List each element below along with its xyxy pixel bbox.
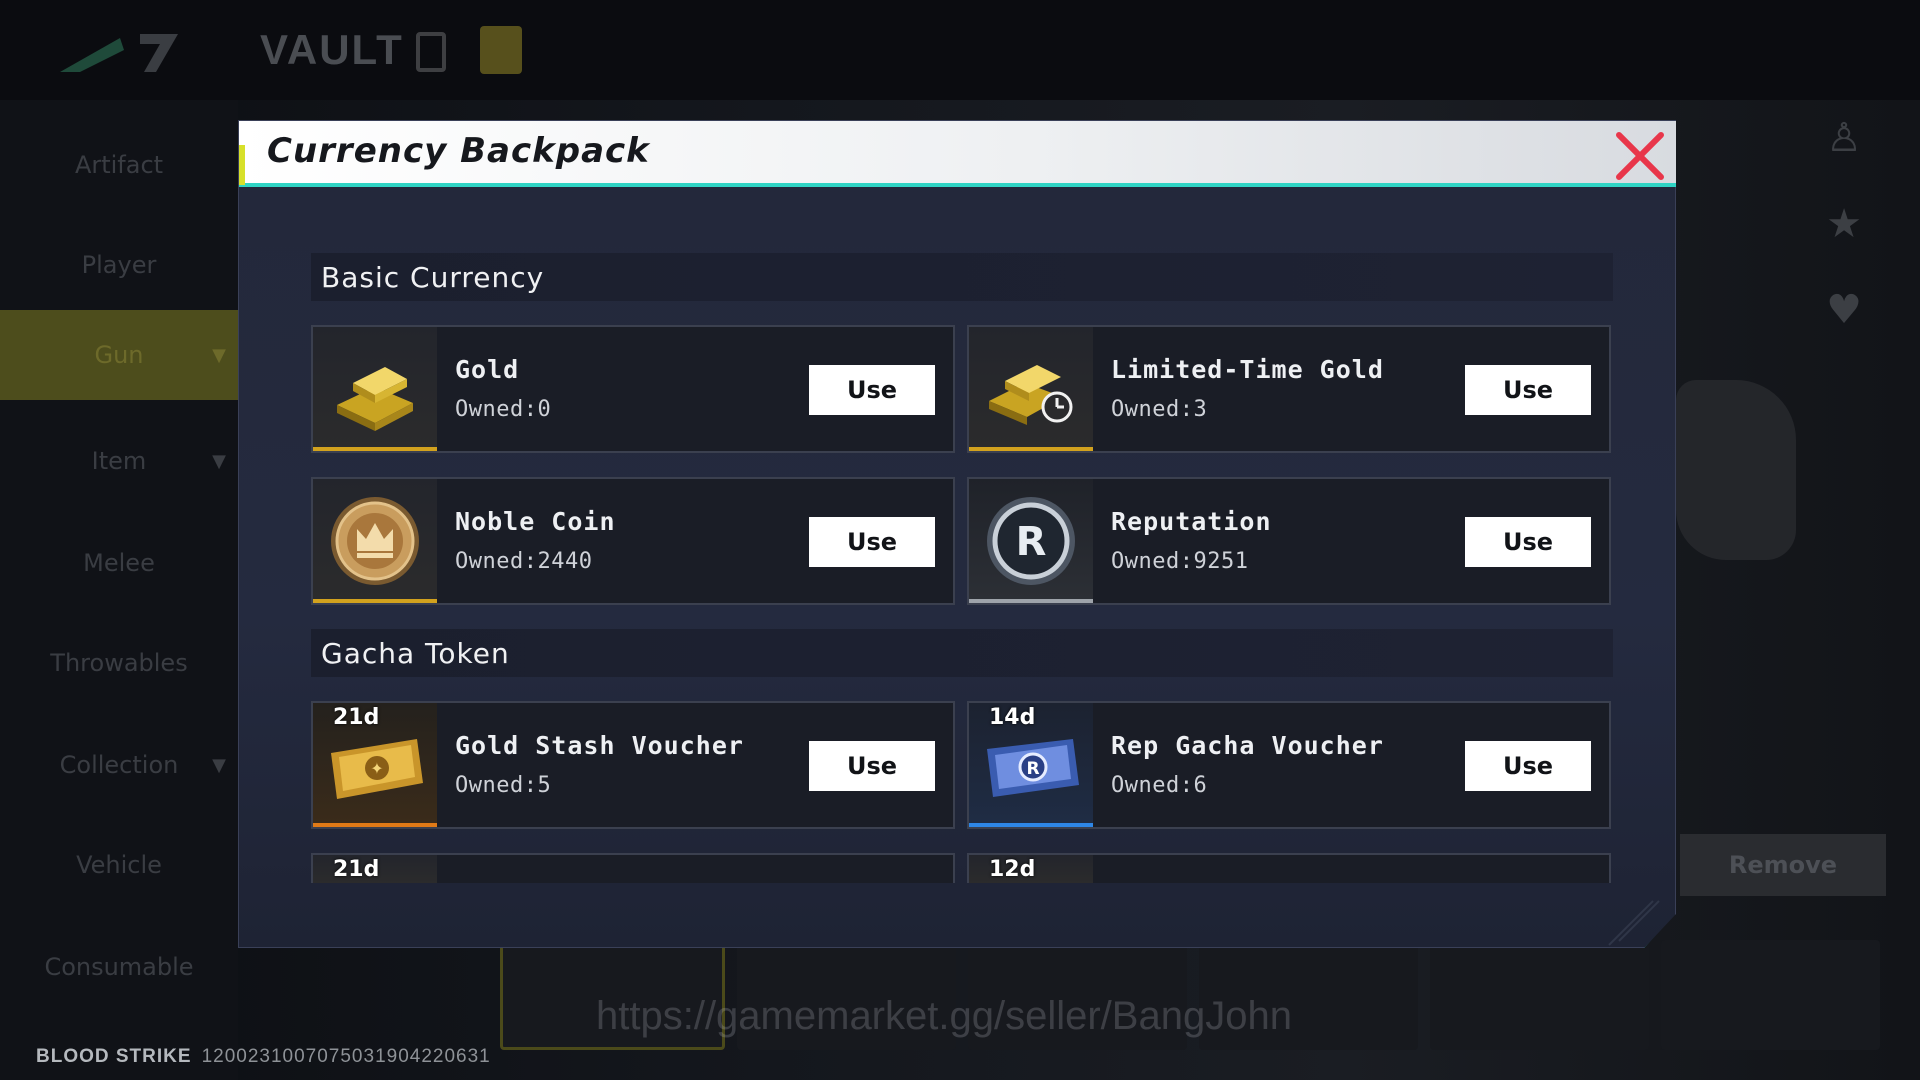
modal-title: Currency Backpack xyxy=(267,131,650,171)
watermark: https://gamemarket.gg/seller/BangJohn xyxy=(596,994,1292,1038)
item-icon-frame xyxy=(313,479,437,603)
sidebar: Artifact Player Gun ▼ Item ▼ Melee Throwab… xyxy=(0,100,238,1080)
sidebar-item-label: Melee xyxy=(83,549,155,577)
item-name: Gold Stash Voucher xyxy=(455,731,744,760)
item-name: Reputation xyxy=(1111,507,1272,536)
chevron-down-icon: ▼ xyxy=(212,754,226,776)
figure-icon[interactable]: ♙ xyxy=(1816,110,1872,166)
bottom-card[interactable] xyxy=(1661,940,1880,1050)
gacha-item-rep-gacha-voucher: R 14d Rep Gacha Voucher Owned:6 Use xyxy=(967,701,1611,829)
sidebar-item-label: Gun xyxy=(94,341,144,369)
player-id: 1200231007075031904220631 xyxy=(201,1046,491,1067)
reputation-icon: R xyxy=(987,497,1075,585)
gacha-item-gold-stash-voucher: ✦ 21d Gold Stash Voucher Owned:5 Use xyxy=(311,701,955,829)
currency-item-gold: Gold Owned:0 Use xyxy=(311,325,955,453)
section-title: Gacha Token xyxy=(321,636,510,670)
badge-icon xyxy=(480,26,522,74)
expiry-timer: 12d xyxy=(989,857,1036,882)
sidebar-item-label: Consumable xyxy=(44,953,194,981)
use-button[interactable]: Use xyxy=(809,365,935,415)
sidebar-item-label: Collection xyxy=(59,751,179,779)
bottom-card[interactable] xyxy=(1430,940,1649,1050)
limited-gold-icon xyxy=(989,365,1073,425)
item-owned-count: Owned:0 xyxy=(455,397,552,422)
sidebar-item-gun[interactable]: Gun ▼ xyxy=(0,310,238,400)
svg-text:✦: ✦ xyxy=(370,759,383,778)
chevron-down-icon: ▼ xyxy=(212,344,226,366)
sidebar-item-label: Player xyxy=(81,251,157,279)
item-icon-frame xyxy=(969,327,1093,451)
currency-item-limited-time-gold: Limited-Time Gold Owned:3 Use xyxy=(967,325,1611,453)
sidebar-item-label: Item xyxy=(91,447,147,475)
currency-item-reputation: R Reputation Owned:9251 Use xyxy=(967,477,1611,605)
game-logo-icon xyxy=(60,34,178,72)
currency-backpack-modal: Currency Backpack Basic Currency Gold Ow… xyxy=(238,120,1676,948)
star-icon[interactable]: ★ xyxy=(1816,196,1872,252)
close-button[interactable] xyxy=(1611,127,1669,185)
screen-title: VAULT xyxy=(260,26,404,73)
gacha-item-partial[interactable]: 21d xyxy=(311,853,955,883)
currency-item-noble-coin: Noble Coin Owned:2440 Use xyxy=(311,477,955,605)
sidebar-item-label: Vehicle xyxy=(76,851,162,879)
sidebar-item-label: Throwables xyxy=(50,649,188,677)
expiry-timer: 21d xyxy=(333,705,380,730)
sidebar-item-consumable[interactable]: Consumable xyxy=(0,922,238,1012)
remove-button[interactable]: Remove xyxy=(1680,834,1886,896)
use-button[interactable]: Use xyxy=(809,741,935,791)
use-button[interactable]: Use xyxy=(1465,365,1591,415)
chevron-down-icon: ▼ xyxy=(212,450,226,472)
item-name: Rep Gacha Voucher xyxy=(1111,731,1384,760)
sidebar-item-item[interactable]: Item ▼ xyxy=(0,416,238,506)
use-button[interactable]: Use xyxy=(809,517,935,567)
top-bar: VAULT xyxy=(0,0,1920,100)
weapon-preview xyxy=(1676,380,1796,560)
game-id-tag: BLOOD STRIKE 1200231007075031904220631 xyxy=(36,1046,491,1068)
gold-bars-icon xyxy=(337,367,413,431)
game-name: BLOOD STRIKE xyxy=(36,1046,192,1067)
modal-header: Currency Backpack xyxy=(239,121,1676,187)
use-button[interactable]: Use xyxy=(1465,741,1591,791)
item-owned-count: Owned:2440 xyxy=(455,549,593,574)
sidebar-item-artifact[interactable]: Artifact xyxy=(0,120,238,210)
section-header-gacha-token: Gacha Token xyxy=(311,629,1613,677)
heart-icon[interactable]: ♥ xyxy=(1816,282,1872,338)
item-icon-frame: R xyxy=(969,479,1093,603)
sidebar-item-label: Artifact xyxy=(74,151,164,179)
sidebar-item-player[interactable]: Player xyxy=(0,220,238,310)
sidebar-item-throwables[interactable]: Throwables xyxy=(0,618,238,708)
sidebar-item-melee[interactable]: Melee xyxy=(0,518,238,608)
svg-text:R: R xyxy=(1016,519,1047,565)
item-owned-count: Owned:3 xyxy=(1111,397,1208,422)
item-owned-count: Owned:5 xyxy=(455,773,552,798)
item-name: Noble Coin xyxy=(455,507,616,536)
sidebar-item-vehicle[interactable]: Vehicle xyxy=(0,820,238,910)
section-header-basic-currency: Basic Currency xyxy=(311,253,1613,301)
item-owned-count: Owned:9251 xyxy=(1111,549,1249,574)
trash-icon xyxy=(416,32,446,72)
item-name: Gold xyxy=(455,355,520,384)
item-name: Limited-Time Gold xyxy=(1111,355,1384,384)
svg-text:R: R xyxy=(1026,759,1039,779)
noble-coin-icon xyxy=(331,497,419,585)
item-icon-frame xyxy=(313,327,437,451)
use-button[interactable]: Use xyxy=(1465,517,1591,567)
right-toolbar: ♙ ★ ♥ xyxy=(1816,110,1876,368)
expiry-timer: 14d xyxy=(989,705,1036,730)
gacha-item-partial[interactable]: 12d xyxy=(967,853,1611,883)
sidebar-item-collection[interactable]: Collection ▼ xyxy=(0,720,238,810)
item-owned-count: Owned:6 xyxy=(1111,773,1208,798)
expiry-timer: 21d xyxy=(333,857,380,882)
section-title: Basic Currency xyxy=(321,260,545,294)
close-icon xyxy=(1616,132,1664,180)
